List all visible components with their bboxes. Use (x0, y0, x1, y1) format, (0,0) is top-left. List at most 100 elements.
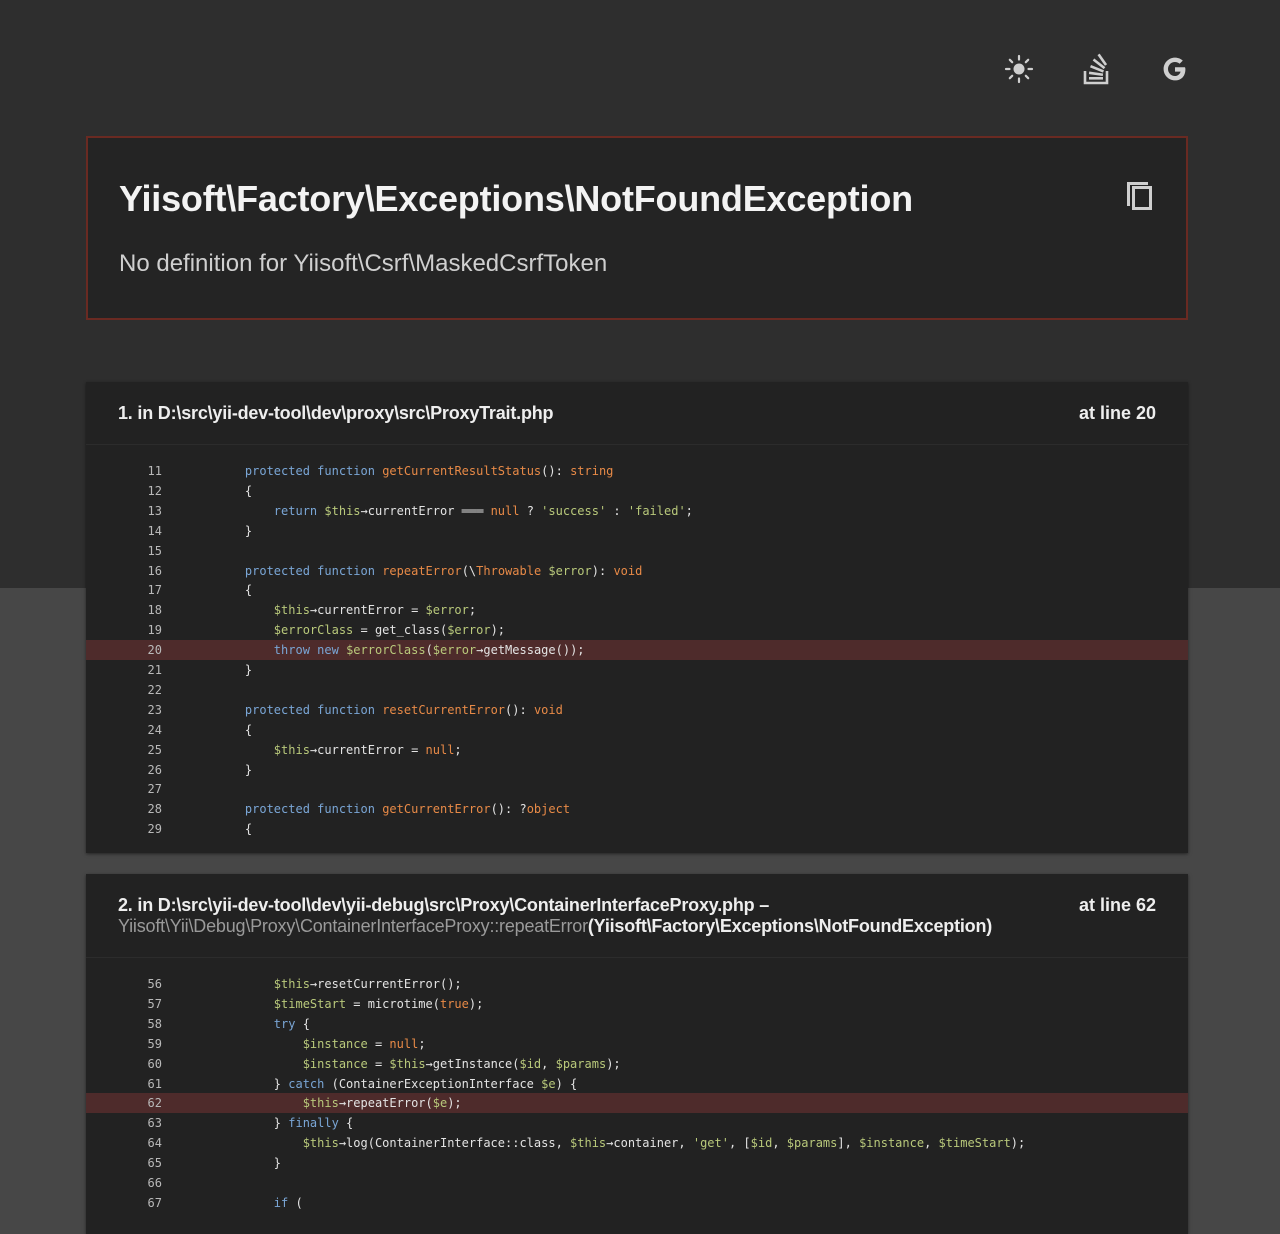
line-source: } (216, 762, 253, 777)
line-number: 18 (147, 603, 162, 618)
code-line: 58 try { (86, 1014, 1188, 1034)
line-number: 56 (147, 977, 162, 991)
code-line: 18 $this→currentError = $error; (86, 600, 1188, 620)
line-source: $instance = null; (302, 1036, 426, 1051)
frame-line-number: at line 62 (1078, 895, 1156, 915)
code-line: 56 $this→resetCurrentError(); (86, 974, 1188, 994)
line-source: } catch (ContainerExceptionInterface $e)… (216, 1076, 578, 1091)
line-number: 11 (147, 464, 162, 478)
code-line: 61 } catch (ContainerExceptionInterface … (86, 1074, 1188, 1094)
line-source: $instance = $this→getInstance($id, $para… (302, 1056, 621, 1071)
line-source: { (216, 583, 253, 598)
line-source: { (216, 722, 253, 737)
line-source: $this→currentError = null; (273, 742, 462, 757)
line-number: 12 (147, 483, 162, 498)
stackoverflow-icon (1082, 52, 1112, 86)
theme-toggle-button[interactable] (1000, 50, 1038, 88)
code-line: 15 (86, 541, 1188, 561)
code-line: 62 $this→repeatError($e); (86, 1093, 1188, 1114)
code-line: 19 $errorClass = get_class($error); (86, 620, 1188, 640)
code-line: 29 { (86, 819, 1188, 839)
code-line: 27 (86, 779, 1188, 799)
line-number: 67 (147, 1195, 162, 1210)
code-line: 17 { (86, 580, 1188, 600)
line-source: } (216, 523, 253, 538)
line-source: protected function getCurrentError(): ?o… (244, 802, 571, 817)
theme-toggle-icon (1004, 54, 1034, 84)
code-line: 65 } (86, 1153, 1188, 1173)
line-number: 64 (147, 1136, 162, 1151)
stackoverflow-search-button[interactable] (1078, 50, 1116, 88)
line-number: 61 (147, 1076, 162, 1091)
stack-frame-2: 2. in D:\src\yii-dev-tool\dev\yii-debug\… (86, 874, 1188, 1234)
line-source: throw new $errorClass($error→getMessage(… (273, 643, 585, 658)
line-number: 21 (147, 663, 162, 677)
code-line: 60 $instance = $this→getInstance($id, $p… (86, 1054, 1188, 1074)
code-line: 67 if ( (86, 1193, 1188, 1213)
line-source: $timeStart = microtime(true); (273, 996, 484, 1011)
line-number: 62 (147, 1096, 162, 1111)
code-line: 57 $timeStart = microtime(true); (86, 994, 1188, 1014)
line-number: 59 (147, 1036, 162, 1051)
stack-frame-1: 1. in D:\src\yii-dev-tool\dev\proxy\src\… (86, 382, 1188, 853)
line-source: $this→currentError = $error; (273, 603, 477, 618)
line-number: 65 (147, 1156, 162, 1171)
frame-call-method: Yiisoft\Yii\Debug\Proxy\ContainerInterfa… (118, 916, 588, 936)
code-line: 59 $instance = null; (86, 1034, 1188, 1054)
line-number: 57 (147, 996, 162, 1011)
copy-icon (1124, 182, 1156, 216)
line-source: $errorClass = get_class($error); (273, 623, 506, 638)
line-number: 60 (147, 1056, 162, 1071)
code-line: 21 } (86, 660, 1188, 680)
code-line: 12 { (86, 481, 1188, 501)
line-source: { (216, 483, 253, 498)
line-number: 24 (147, 722, 162, 737)
line-source: } (216, 1156, 282, 1171)
line-number: 27 (147, 782, 162, 797)
code-line: 66 (86, 1173, 1188, 1193)
line-number: 14 (147, 523, 162, 538)
line-number: 25 (147, 742, 162, 757)
google-search-button[interactable] (1156, 50, 1194, 88)
code-line: 13 return $this→currentError ═══ null ? … (86, 501, 1188, 521)
line-number: 63 (147, 1116, 162, 1131)
line-number: 26 (147, 762, 162, 777)
line-number: 23 (147, 702, 162, 717)
frame-line-number: at line 20 (1078, 403, 1156, 423)
line-source: $this→log(ContainerInterface::class, $th… (302, 1136, 1026, 1151)
code-line: 28 protected function getCurrentError():… (86, 799, 1188, 819)
google-search-icon (1161, 55, 1189, 83)
line-number: 22 (147, 682, 162, 697)
code-line: 16 protected function repeatError(\Throw… (86, 561, 1188, 581)
copy-button[interactable] (1124, 176, 1156, 212)
frame-header[interactable]: 1. in D:\src\yii-dev-tool\dev\proxy\src\… (86, 382, 1188, 445)
line-number: 66 (147, 1176, 162, 1190)
frame-call-signature: Yiisoft\Yii\Debug\Proxy\ContainerInterfa… (118, 916, 992, 937)
line-source: $this→repeatError($e); (302, 1096, 462, 1111)
frame-file-path: 1. in D:\src\yii-dev-tool\dev\proxy\src\… (118, 403, 554, 423)
exception-class: Yiisoft\Factory\Exceptions\NotFoundExcep… (119, 178, 913, 219)
code-block: 56 $this→resetCurrentError(); 57 $timeSta… (86, 958, 1188, 1234)
line-number: 29 (147, 822, 162, 837)
line-source: { (216, 822, 253, 837)
line-number: 28 (147, 802, 162, 817)
line-source: protected function getCurrentResultStatu… (244, 464, 614, 478)
line-source: return $this→currentError ═══ null ? 'su… (273, 503, 693, 518)
toolbar (960, 50, 1194, 88)
code-line: 23 protected function resetCurrentError(… (86, 700, 1188, 720)
frame-file-path: 2. in D:\src\yii-dev-tool\dev\yii-debug\… (118, 895, 770, 915)
line-source: } finally { (216, 1116, 354, 1131)
code-block: 11 protected function getCurrentResultSt… (86, 445, 1188, 853)
code-line: 25 $this→currentError = null; (86, 740, 1188, 760)
line-source: $this→resetCurrentError(); (273, 977, 462, 991)
line-source: if ( (273, 1195, 303, 1210)
frame-call-args: (Yiisoft\Factory\Exceptions\NotFoundExce… (587, 916, 993, 936)
line-source: } (216, 663, 253, 677)
line-number: 16 (147, 563, 162, 578)
line-source: protected function resetCurrentError(): … (244, 702, 563, 717)
code-line: 24 { (86, 720, 1188, 740)
code-line: 26 } (86, 760, 1188, 780)
frame-header[interactable]: 2. in D:\src\yii-dev-tool\dev\yii-debug\… (86, 874, 1188, 958)
code-line: 14 } (86, 521, 1188, 541)
line-source: try { (273, 1016, 310, 1031)
